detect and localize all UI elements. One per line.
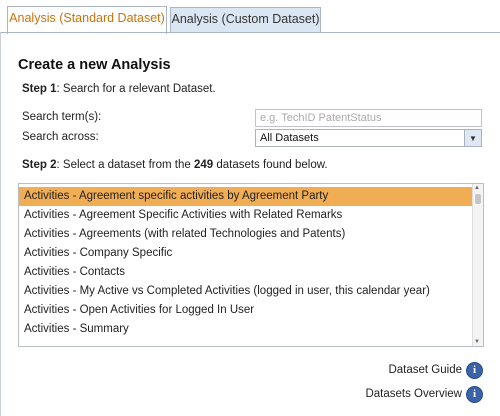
step2-text-before: : Select a dataset from the (56, 159, 194, 171)
scroll-up-icon[interactable]: ▲ (474, 185, 480, 191)
tab-bar: Analysis (Standard Dataset) Analysis (Cu… (0, 0, 500, 34)
tab-panel-border (0, 32, 500, 33)
list-item[interactable]: Activities - Agreements (with related Te… (19, 225, 474, 244)
list-item[interactable]: Activities - Agreement specific activiti… (19, 187, 474, 206)
dataset-count: 249 (193, 159, 214, 171)
tab-standard-dataset[interactable]: Analysis (Standard Dataset) (7, 6, 167, 34)
search-terms-label: Search term(s): (22, 111, 102, 123)
search-across-value: All Datasets (260, 132, 319, 144)
scroll-down-icon[interactable]: ▼ (474, 339, 480, 345)
info-icon[interactable]: i (466, 386, 483, 403)
list-item[interactable]: Activities - My Active vs Completed Acti… (19, 282, 474, 301)
list-item[interactable]: Activities - Open Activities for Logged … (19, 301, 474, 320)
scrollbar-thumb[interactable] (475, 194, 481, 204)
step1-label: Step 1 (22, 83, 57, 95)
search-input[interactable]: e.g. TechID PatentStatus (255, 109, 482, 127)
search-across-label: Search across: (22, 131, 99, 143)
list-item[interactable]: Activities - Summary (19, 320, 474, 339)
step2-text-after: datasets found below. (213, 159, 328, 171)
list-scrollbar[interactable]: ▲ ▼ (472, 184, 483, 346)
step2-label: Step 2 (22, 159, 57, 171)
datasets-overview-link[interactable]: Datasets Overview (365, 388, 462, 400)
list-item[interactable]: Activities - Contacts (19, 263, 474, 282)
search-across-select[interactable]: All Datasets ▼ (255, 129, 482, 147)
list-item[interactable]: Activities - Company Specific (19, 244, 474, 263)
page-title: Create a new Analysis (18, 57, 171, 73)
list-item[interactable]: Activities - Agreement Specific Activiti… (19, 206, 474, 225)
info-icon[interactable]: i (466, 362, 483, 379)
tab-custom-dataset[interactable]: Analysis (Custom Dataset) (170, 7, 321, 32)
dataset-list[interactable]: Activities - Agreement specific activiti… (18, 183, 484, 347)
panel-left-border (0, 32, 1, 416)
chevron-down-icon[interactable]: ▼ (464, 130, 481, 146)
step2-instruction: Step 2: Select a dataset from the 249 da… (22, 159, 328, 171)
dataset-guide-link[interactable]: Dataset Guide (388, 364, 462, 376)
step1-instruction: Step 1: Search for a relevant Dataset. (22, 83, 216, 95)
step1-text: : Search for a relevant Dataset. (56, 83, 216, 95)
